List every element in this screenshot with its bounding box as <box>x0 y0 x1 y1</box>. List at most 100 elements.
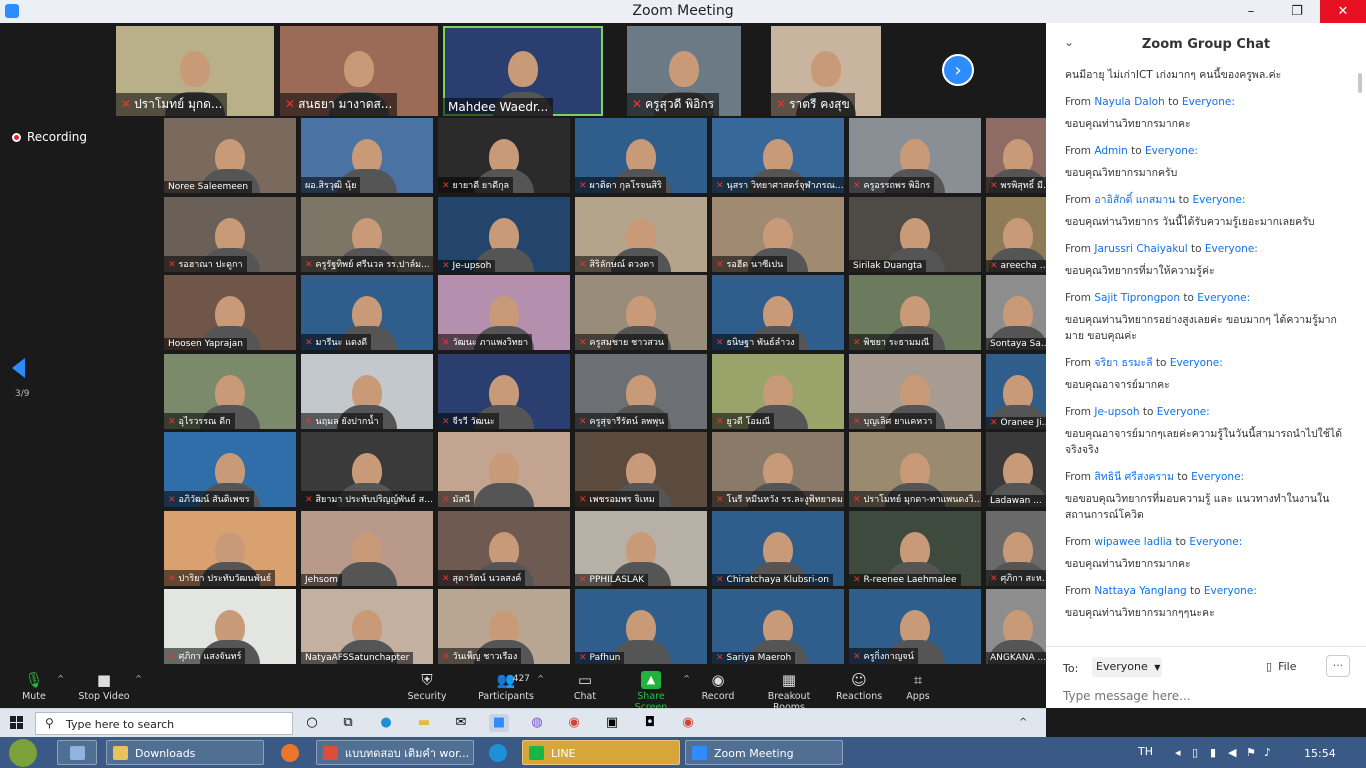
chat-sender[interactable]: Admin <box>1094 145 1127 157</box>
recording-indicator[interactable]: Recording <box>12 130 87 148</box>
participant-tile[interactable]: ✕ รอฮาณา ปะดูกา <box>164 196 296 272</box>
show-desktop-button[interactable] <box>57 740 97 765</box>
video-options-caret-icon[interactable]: ^ <box>135 674 142 683</box>
apps-button[interactable]: ⌗ Apps <box>902 671 934 702</box>
participant-tile[interactable]: ✕ สิริลักษณ์ ดวงดา <box>575 196 707 272</box>
participant-tile[interactable]: ✕ มัสนี <box>438 432 570 507</box>
participant-tile[interactable]: ✕ ธนิษฐา พันธ์ลำวง <box>712 275 844 350</box>
stop-video-button[interactable]: ■ Stop Video ^ <box>76 671 142 702</box>
participant-tile[interactable]: Ladawan ... <box>986 432 1046 507</box>
participant-tile[interactable]: ✕ รอฮีด นาซีเปน <box>712 196 844 272</box>
participant-tile[interactable]: ✕ PPHILASLAK <box>575 510 707 586</box>
participant-tile[interactable]: ✕ ยายาดี ยาดีกุล <box>438 118 570 193</box>
participant-tile[interactable]: ✕ จีรวี วัฒนะ <box>438 353 570 429</box>
participant-tile[interactable]: ✕ ผาติดา กุลโรจนสิริ <box>575 118 707 193</box>
taskbar-window-button[interactable]: LINE <box>522 740 680 765</box>
participant-tile[interactable]: ✕ ครูสุวดี พิอิกร <box>627 26 741 116</box>
participant-tile[interactable]: ผอ.สิรวุฒิ นุ้ย <box>301 118 433 193</box>
chat-recipient[interactable]: Everyone: <box>1170 357 1223 369</box>
chat-message-input[interactable] <box>1063 689 1353 703</box>
participant-tile[interactable]: ✕ วันเพ็ญ ชาวเรือง <box>438 589 570 664</box>
input-language[interactable]: TH <box>1138 745 1153 758</box>
speaker-icon[interactable]: ♪ <box>1264 746 1271 759</box>
participant-tile[interactable]: ✕ ศุภิกา แสงจันทร์ <box>164 589 296 664</box>
task-view-icon[interactable]: ⧉ <box>338 714 358 732</box>
podcast-app-icon[interactable]: ◍ <box>527 714 547 732</box>
participant-tile[interactable]: ✕ศุภิกา สะหม... <box>986 510 1046 586</box>
participant-tile[interactable]: ✕ อุไรวรรณ ดีก <box>164 353 296 429</box>
participant-tile[interactable]: ✕ Sariya Maeroh <box>712 589 844 664</box>
reactions-button[interactable]: ☺ Reactions <box>836 671 882 702</box>
participant-tile[interactable]: ✕ ครูกิ่งกาญจน์ <box>849 589 981 664</box>
taskbar-window-button[interactable]: แบบทดสอบ เติมคำ wor... <box>316 740 474 765</box>
participant-tile[interactable]: ✕ ครูอรรถพร พิอิกร <box>849 118 981 193</box>
participant-tile[interactable]: ✕ ครูสมชาย ชาวสวน <box>575 275 707 350</box>
camera-app-icon[interactable]: ◘ <box>640 714 660 732</box>
chat-sender[interactable]: สิทธินี ศรีสงคราม <box>1094 471 1174 483</box>
next-page-button[interactable]: › <box>942 54 974 86</box>
participant-tile[interactable]: ✕ ยูวดี โอมณี <box>712 353 844 429</box>
participant-tile[interactable]: Mahdee Waedr... <box>443 26 603 116</box>
mute-options-caret-icon[interactable]: ^ <box>57 674 64 683</box>
firefox-icon[interactable] <box>281 744 299 762</box>
participant-tile[interactable]: Sirilak Duangta <box>849 196 981 272</box>
mute-button[interactable]: 🎙 Mute ^ <box>14 671 64 702</box>
chat-recipient[interactable]: Everyone: <box>1204 585 1257 597</box>
chat-recipient[interactable]: Everyone: <box>1193 194 1246 206</box>
edge-icon[interactable] <box>489 744 507 762</box>
taskbar-search[interactable]: ⚲ Type here to search <box>35 712 293 735</box>
participant-tile[interactable]: ✕ อภิวัฒน์ สันติเพชร <box>164 432 296 507</box>
participant-tile[interactable]: Hoosen Yaprajan <box>164 275 296 350</box>
participant-tile[interactable]: ✕ วัฒนะ ภาแพงวิทยา <box>438 275 570 350</box>
participant-tile[interactable]: ✕ ครูรัฐทิพย์ ศรีนวล รร.ปาล์ม... <box>301 196 433 272</box>
file-explorer-icon[interactable]: ▬ <box>414 714 434 732</box>
participant-tile[interactable]: ✕ เพชรอมพร จิเหม <box>575 432 707 507</box>
participant-tile[interactable]: ✕ ราตรี คงสุข <box>771 26 881 116</box>
volume-icon[interactable]: ◀ <box>1228 746 1236 759</box>
chat-recipient[interactable]: Everyone: <box>1191 471 1244 483</box>
chat-sender[interactable]: Nattaya Yanglang <box>1094 585 1186 597</box>
participant-tile[interactable]: ✕ โนรี หมีนหวัง รร.ละงูพิทยาคม <box>712 432 844 507</box>
chat-sender[interactable]: Sajit Tiprongpon <box>1094 292 1180 304</box>
participant-tile[interactable]: Sontaya Sa... <box>986 275 1046 350</box>
participants-options-caret-icon[interactable]: ^ <box>537 674 544 683</box>
show-hidden-icons-icon[interactable]: ^ <box>1019 717 1027 728</box>
edge-browser-icon[interactable]: ● <box>376 714 396 732</box>
chat-recipient[interactable]: Everyone: <box>1145 145 1198 157</box>
zoom-taskbar-icon[interactable]: ■ <box>489 714 509 732</box>
tray-expand-icon[interactable]: ◂ <box>1175 746 1181 759</box>
participant-tile[interactable]: ✕Oranee Jih... <box>986 353 1046 429</box>
participant-tile[interactable]: ✕ ครูสุจารีรัตน์ ลพพุน <box>575 353 707 429</box>
mail-icon[interactable]: ✉ <box>451 714 471 732</box>
start-orb-icon[interactable] <box>9 739 37 767</box>
taskbar-window-button[interactable]: Downloads <box>106 740 264 765</box>
chat-recipient[interactable]: Everyone: <box>1182 96 1235 108</box>
chat-sender[interactable]: Jarussri Chaiyakul <box>1094 243 1187 255</box>
participant-tile[interactable]: ANGKANA ... <box>986 589 1046 664</box>
chrome-icon[interactable]: ◉ <box>564 714 584 732</box>
clock-time[interactable]: 15:54 <box>1304 747 1336 760</box>
recipient-select[interactable]: Everyone ▼ <box>1092 657 1162 677</box>
chat-recipient[interactable]: Everyone: <box>1189 536 1242 548</box>
media-app-icon[interactable]: ▣ <box>602 714 622 732</box>
action-center-icon[interactable]: ⚑ <box>1246 746 1256 759</box>
share-screen-button[interactable]: ▲ Share Screen ^ <box>622 671 690 713</box>
chat-sender[interactable]: wipawee ladlia <box>1094 536 1172 548</box>
participant-tile[interactable]: ✕ นุสรา วิทยาศาสตร์จุฬาภรณร... <box>712 118 844 193</box>
chrome-profile-icon[interactable]: ◉ <box>678 714 698 732</box>
previous-page-button[interactable] <box>12 358 25 378</box>
taskbar-window-button[interactable]: Zoom Meeting <box>685 740 843 765</box>
chat-recipient[interactable]: Everyone: <box>1205 243 1258 255</box>
participant-tile[interactable]: ✕ สุดารัตน์ นวลสงค์ <box>438 510 570 586</box>
participant-tile[interactable]: ✕areecha ma... <box>986 196 1046 272</box>
participant-tile[interactable]: ✕ พิชยา ระธามมณี <box>849 275 981 350</box>
chat-sender[interactable]: อาอิสักดิ์ แกสมาน <box>1094 194 1175 206</box>
share-options-caret-icon[interactable]: ^ <box>683 674 690 683</box>
participant-tile[interactable]: ✕ Chiratchaya Klubsri-on <box>712 510 844 586</box>
chat-recipient[interactable]: Everyone: <box>1197 292 1250 304</box>
participant-tile[interactable]: Jehsom <box>301 510 433 586</box>
battery-icon[interactable]: ▯ <box>1192 746 1198 759</box>
participant-tile[interactable]: ✕ มารีนะ แดงดี <box>301 275 433 350</box>
chat-sender[interactable]: จริยา ธรมะลี <box>1094 357 1152 369</box>
network-icon[interactable]: ▮ <box>1210 746 1216 759</box>
